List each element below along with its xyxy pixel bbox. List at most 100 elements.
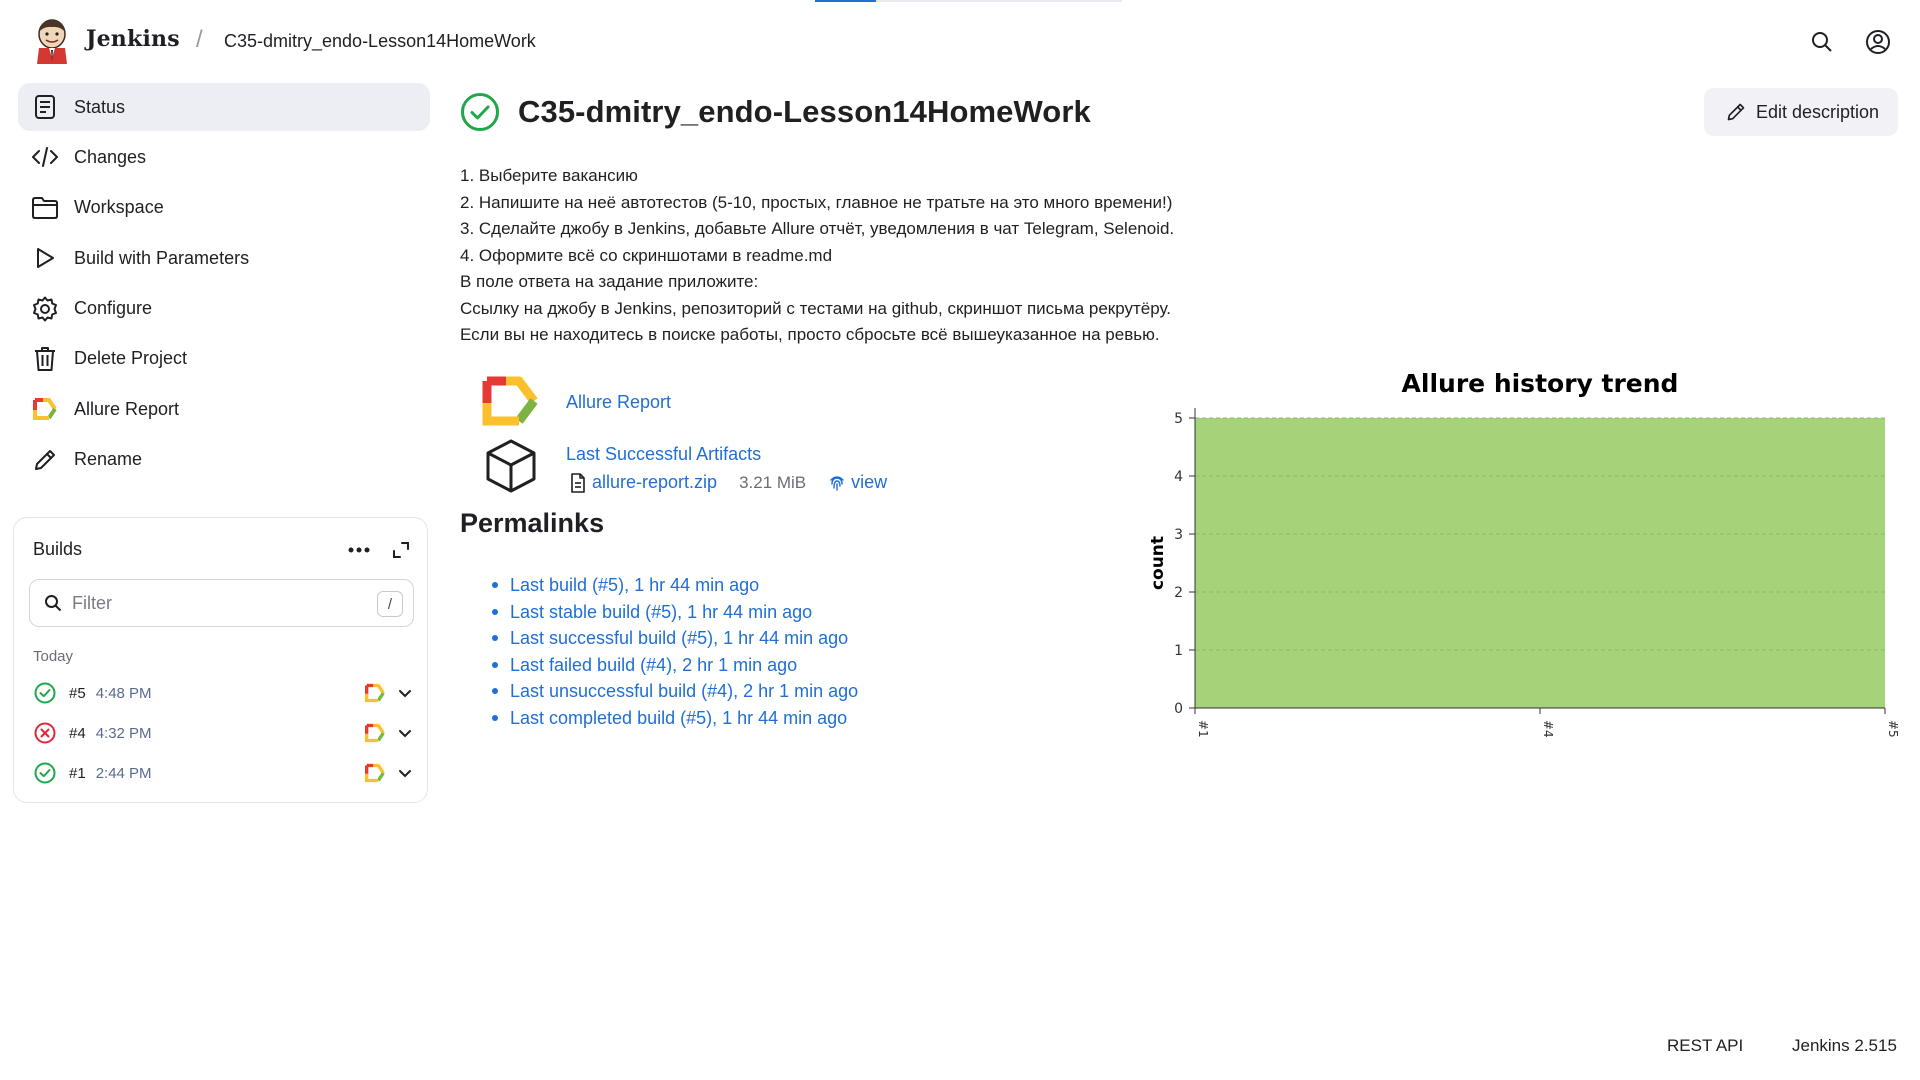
search-icon <box>45 595 62 612</box>
allure-logo-icon <box>482 376 538 426</box>
sidebar-item-label: Status <box>74 96 126 117</box>
permalink-item[interactable]: Last stable build (#5), 1 hr 44 min ago <box>491 599 858 626</box>
sidebar-item-label: Changes <box>74 146 147 167</box>
success-status-icon <box>33 681 57 705</box>
brand-name[interactable]: Jenkins <box>86 26 180 52</box>
builds-more-button[interactable] <box>341 532 377 568</box>
build-row[interactable]: #5 4:48 PM <box>33 675 413 711</box>
allure-icon <box>32 396 58 422</box>
permalink-item[interactable]: Last unsuccessful build (#4), 2 hr 1 min… <box>491 678 858 705</box>
build-row[interactable]: #4 4:32 PM <box>33 715 413 751</box>
package-icon <box>486 439 536 493</box>
build-time[interactable]: 4:48 PM <box>96 685 152 702</box>
sidebar-item-workspace[interactable]: Workspace <box>18 184 430 232</box>
play-icon <box>32 245 58 271</box>
chart-x-tick-label: #4 <box>1541 720 1555 738</box>
sidebar-item-rename[interactable]: Rename <box>18 436 430 484</box>
build-time[interactable]: 2:44 PM <box>96 765 152 782</box>
sidebar-item-label: Configure <box>74 298 153 319</box>
sidebar-item-label: Allure Report <box>74 398 180 419</box>
user-menu-button[interactable] <box>1862 26 1894 58</box>
last-successful-artifacts-link[interactable]: Last Successful Artifacts <box>566 444 761 465</box>
permalink-item[interactable]: Last successful build (#5), 1 hr 44 min … <box>491 625 858 652</box>
trash-icon <box>32 346 58 372</box>
allure-history-trend-chart[interactable]: Allure history trend count 0 1 2 3 4 5 #1 #4 #5 <box>1140 360 1900 750</box>
breadcrumb-job[interactable]: C35-dmitry_endo-Lesson14HomeWork <box>224 31 536 52</box>
fingerprint-icon[interactable] <box>828 474 846 492</box>
pencil-icon <box>1727 103 1745 121</box>
sidebar-item-configure[interactable]: Configure <box>18 285 430 333</box>
sidebar-item-status[interactable]: Status <box>18 83 430 131</box>
jenkins-logo[interactable] <box>33 18 71 64</box>
artifact-file-link[interactable]: allure-report.zip <box>592 472 717 493</box>
artifact-view-link[interactable]: view <box>851 472 887 493</box>
permalink-item[interactable]: Last completed build (#5), 1 hr 44 min a… <box>491 705 858 732</box>
chart-y-tick-label: 3 <box>1174 527 1183 543</box>
allure-icon[interactable] <box>365 683 385 703</box>
permalinks-heading: Permalinks <box>460 508 605 538</box>
chevron-down-icon[interactable] <box>395 723 415 743</box>
build-row[interactable]: #1 2:44 PM <box>33 755 413 791</box>
build-time[interactable]: 4:32 PM <box>96 725 152 742</box>
sidebar-item-label: Delete Project <box>74 348 188 369</box>
build-number[interactable]: #5 <box>69 685 86 702</box>
builds-filter-input[interactable] <box>72 592 362 614</box>
gear-icon <box>32 296 58 322</box>
failed-status-icon <box>33 721 57 745</box>
success-status-icon <box>33 761 57 785</box>
description-line: Если вы не находитесь в поиске работы, п… <box>460 325 1160 344</box>
chart-y-axis-label: count <box>1148 536 1168 590</box>
success-status-icon <box>461 93 499 131</box>
chart-y-tick-label: 1 <box>1174 643 1183 659</box>
folder-icon <box>32 195 58 221</box>
more-horizontal-icon <box>348 547 370 553</box>
chevron-down-icon[interactable] <box>395 763 415 783</box>
file-icon <box>571 472 585 493</box>
search-button[interactable] <box>1806 26 1838 58</box>
edit-description-label: Edit description <box>1756 101 1880 122</box>
sidebar-item-delete-project[interactable]: Delete Project <box>18 335 430 383</box>
sidebar-nav: Status Changes Workspace Build with Para… <box>18 83 430 486</box>
filter-shortcut-key: / <box>377 591 403 617</box>
permalink-item[interactable]: Last build (#5), 1 hr 44 min ago <box>491 572 858 599</box>
description-line: 3. Сделайте джобу в Jenkins, добавьте Al… <box>460 219 1175 238</box>
description-line: 2. Напишите на неё автотестов (5-10, про… <box>460 192 1173 212</box>
sidebar-item-build-with-parameters[interactable]: Build with Parameters <box>18 234 430 282</box>
job-description: 1. Выберите вакансию 2. Напишите на неё … <box>460 163 1174 349</box>
sidebar-item-allure-report[interactable]: Allure Report <box>18 385 430 433</box>
search-icon <box>1812 32 1832 52</box>
rest-api-link[interactable]: REST API <box>1667 1036 1743 1056</box>
edit-description-button[interactable]: Edit description <box>1704 88 1898 136</box>
sidebar-item-label: Workspace <box>74 197 164 218</box>
page-title: C35-dmitry_endo-Lesson14HomeWork <box>518 94 1091 129</box>
page-title-row: C35-dmitry_endo-Lesson14HomeWork <box>460 90 1091 134</box>
allure-icon[interactable] <box>365 763 385 783</box>
build-number[interactable]: #4 <box>69 725 86 742</box>
permalinks-list: Last build (#5), 1 hr 44 min ago Last st… <box>491 572 858 732</box>
status-doc-icon <box>32 94 58 120</box>
chart-x-tick-label: #1 <box>1196 720 1210 738</box>
description-line: Ссылку на джобу в Jenkins, репозиторий с… <box>460 298 1172 318</box>
chart-y-tick-label: 2 <box>1174 585 1183 601</box>
expand-icon <box>393 542 409 558</box>
build-number[interactable]: #1 <box>69 765 86 782</box>
chart-area-series <box>1195 418 1885 708</box>
top-header: Jenkins / C35-dmitry_endo-Lesson14HomeWo… <box>0 0 1920 82</box>
builds-group-label: Today <box>33 648 74 665</box>
breadcrumb-separator: / <box>196 26 203 53</box>
chart-y-tick-label: 0 <box>1174 701 1183 717</box>
sidebar-item-changes[interactable]: Changes <box>18 133 430 181</box>
allure-icon[interactable] <box>365 723 385 743</box>
builds-expand-button[interactable] <box>383 532 419 568</box>
allure-report-link[interactable]: Allure Report <box>566 392 671 413</box>
chart-y-tick-label: 5 <box>1174 411 1183 427</box>
user-icon <box>1866 30 1890 54</box>
chevron-down-icon[interactable] <box>395 683 415 703</box>
chart-y-tick-label: 4 <box>1174 469 1183 485</box>
builds-filter-field[interactable]: / <box>29 579 414 627</box>
jenkins-version-link[interactable]: Jenkins 2.515 <box>1792 1036 1897 1056</box>
description-line: 4. Оформите всё со скриншотами в readme.… <box>460 245 833 265</box>
description-line: В поле ответа на задание приложите: <box>460 272 759 291</box>
chart-x-tick-label: #5 <box>1886 720 1900 738</box>
permalink-item[interactable]: Last failed build (#4), 2 hr 1 min ago <box>491 652 858 679</box>
